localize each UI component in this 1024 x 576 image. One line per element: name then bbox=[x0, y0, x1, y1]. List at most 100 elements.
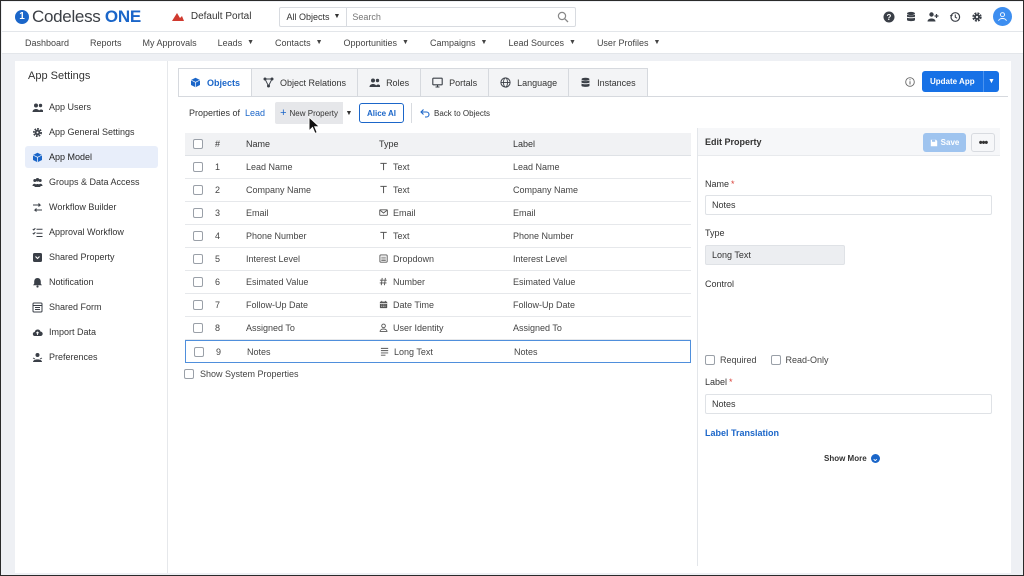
nav-item-lead-sources[interactable]: Lead Sources ▼ bbox=[508, 38, 575, 48]
sidebar-item-notification[interactable]: Notification bbox=[25, 271, 158, 293]
back-arrow-icon bbox=[420, 109, 430, 118]
caret-down-icon[interactable]: ▼ bbox=[342, 102, 355, 124]
show-system-properties[interactable]: Show System Properties bbox=[184, 369, 299, 379]
row-checkbox[interactable] bbox=[192, 254, 203, 264]
search-icon[interactable] bbox=[557, 11, 569, 23]
plus-icon: + bbox=[280, 107, 287, 119]
tab-roles[interactable]: Roles bbox=[358, 68, 422, 97]
table-row[interactable]: 9 Notes Long Text Notes bbox=[185, 340, 691, 363]
gear-icon[interactable] bbox=[971, 11, 983, 23]
sidebar-item-groups-data-access[interactable]: Groups & Data Access bbox=[25, 171, 158, 193]
table-row[interactable]: 7 Follow-Up Date Date Time Follow-Up Date bbox=[185, 294, 691, 317]
header-name[interactable]: Name bbox=[246, 139, 379, 149]
row-checkbox[interactable] bbox=[192, 162, 203, 172]
tab-instances[interactable]: Instances bbox=[569, 68, 648, 97]
sidebar-item-app-users[interactable]: App Users bbox=[25, 96, 158, 118]
nav-item-contacts[interactable]: Contacts ▼ bbox=[275, 38, 322, 48]
update-app-button[interactable]: Update App ▼ bbox=[922, 71, 999, 92]
header-type[interactable]: Type bbox=[379, 139, 513, 149]
sidebar-item-app-general-settings[interactable]: App General Settings bbox=[25, 121, 158, 143]
database-icon[interactable] bbox=[905, 11, 917, 23]
sidebar-item-label: Approval Workflow bbox=[49, 227, 124, 237]
sidebar-item-shared-property[interactable]: Shared Property bbox=[25, 246, 158, 268]
row-label: Interest Level bbox=[513, 254, 568, 264]
select-all-checkbox[interactable] bbox=[192, 139, 203, 149]
back-to-objects-button[interactable]: Back to Objects bbox=[420, 108, 490, 118]
save-button[interactable]: Save bbox=[923, 133, 966, 152]
required-marker: * bbox=[729, 377, 733, 387]
label-translation-link[interactable]: Label Translation bbox=[705, 428, 779, 438]
table-row[interactable]: 1 Lead Name Text Lead Name bbox=[185, 156, 691, 179]
sidebar-item-workflow-builder[interactable]: Workflow Builder bbox=[25, 196, 158, 218]
readonly-checkbox[interactable] bbox=[770, 355, 781, 365]
tab-objects[interactable]: Objects bbox=[178, 68, 253, 97]
edit-panel-title: Edit Property bbox=[705, 137, 762, 147]
table-row[interactable]: 3 Email Email Email bbox=[185, 202, 691, 225]
row-checkbox[interactable] bbox=[192, 300, 203, 310]
nav-item-opportunities[interactable]: Opportunities ▼ bbox=[344, 38, 409, 48]
table-row[interactable]: 8 Assigned To User Identity Assigned To bbox=[185, 317, 691, 340]
history-icon[interactable] bbox=[949, 11, 961, 23]
tab-object-relations[interactable]: Object Relations bbox=[252, 68, 359, 97]
row-checkbox[interactable] bbox=[192, 323, 203, 333]
nav-item-my-approvals[interactable]: My Approvals bbox=[143, 38, 197, 48]
sidebar-item-app-model[interactable]: App Model bbox=[25, 146, 158, 168]
object-scope-select[interactable]: All Objects ▼ bbox=[280, 7, 348, 26]
nav-item-label: Leads bbox=[217, 37, 243, 48]
main-content: Objects Object Relations Roles Portals Langu… bbox=[168, 61, 1011, 573]
back-label: Back to Objects bbox=[434, 108, 491, 118]
long-text-icon bbox=[380, 347, 389, 356]
sidebar-item-import-data[interactable]: Import Data bbox=[25, 321, 158, 343]
name-field-label: Name * bbox=[705, 179, 735, 189]
table-row[interactable]: 5 Interest Level Dropdown Interest Level bbox=[185, 248, 691, 271]
row-checkbox[interactable] bbox=[192, 185, 203, 195]
sidebar-item-label: App General Settings bbox=[49, 127, 135, 137]
show-more-button[interactable]: Show More ⌄ bbox=[824, 454, 880, 463]
help-icon[interactable]: ? bbox=[883, 11, 895, 23]
row-checkbox[interactable] bbox=[192, 231, 203, 241]
row-checkbox[interactable] bbox=[192, 277, 203, 287]
portal-name: Default Portal bbox=[190, 11, 252, 22]
tab-language[interactable]: Language bbox=[489, 68, 570, 97]
caret-down-icon[interactable]: ▼ bbox=[983, 71, 999, 92]
nav-item-reports[interactable]: Reports bbox=[90, 38, 122, 48]
brand-logo[interactable]: 1 Codeless ONE bbox=[15, 7, 141, 27]
row-name: Interest Level bbox=[246, 254, 301, 264]
user-icon bbox=[998, 12, 1007, 22]
sidebar-item-preferences[interactable]: Preferences bbox=[25, 346, 158, 368]
nav-item-campaigns[interactable]: Campaigns ▼ bbox=[430, 38, 487, 48]
nav-item-user-profiles[interactable]: User Profiles ▼ bbox=[597, 38, 660, 48]
row-label: Notes bbox=[514, 346, 538, 357]
name-field[interactable]: Notes bbox=[705, 195, 992, 215]
checklist-icon bbox=[32, 227, 43, 237]
portal-selector[interactable]: Default Portal bbox=[171, 11, 252, 22]
table-row[interactable]: 4 Phone Number Text Phone Number bbox=[185, 225, 691, 248]
label-field[interactable]: Notes bbox=[705, 394, 992, 414]
search-input[interactable] bbox=[347, 7, 558, 26]
tab-portals[interactable]: Portals bbox=[421, 68, 490, 97]
header-checkbox-cell bbox=[185, 139, 210, 149]
required-checkbox[interactable] bbox=[705, 355, 715, 365]
sidebar-item-shared-form[interactable]: Shared Form bbox=[25, 296, 158, 318]
row-checkbox-cell bbox=[185, 162, 210, 172]
object-link[interactable]: Lead bbox=[245, 108, 265, 118]
user-avatar[interactable] bbox=[993, 7, 1012, 26]
name-label-text: Name bbox=[705, 179, 730, 189]
sidebar-item-approval-workflow[interactable]: Approval Workflow bbox=[25, 221, 158, 243]
add-user-icon[interactable] bbox=[927, 11, 939, 23]
save-label: Save bbox=[940, 138, 960, 147]
row-checkbox[interactable] bbox=[193, 346, 204, 357]
more-options-icon[interactable]: ••• bbox=[971, 133, 995, 152]
table-row[interactable]: 2 Company Name Text Company Name bbox=[185, 179, 691, 202]
nav-item-leads[interactable]: Leads ▼ bbox=[218, 38, 254, 48]
alice-ai-button[interactable]: Alice AI bbox=[358, 103, 405, 123]
row-label: Company Name bbox=[513, 185, 579, 195]
row-checkbox[interactable] bbox=[192, 208, 203, 218]
info-icon[interactable] bbox=[905, 77, 915, 87]
nav-item-dashboard[interactable]: Dashboard bbox=[25, 38, 69, 48]
show-system-checkbox[interactable] bbox=[184, 369, 194, 379]
relations-icon bbox=[263, 77, 274, 88]
row-type: User Identity bbox=[379, 323, 513, 333]
table-row[interactable]: 6 Esimated Value Number Esimated Value bbox=[185, 271, 691, 294]
header-label[interactable]: Label bbox=[513, 139, 691, 149]
